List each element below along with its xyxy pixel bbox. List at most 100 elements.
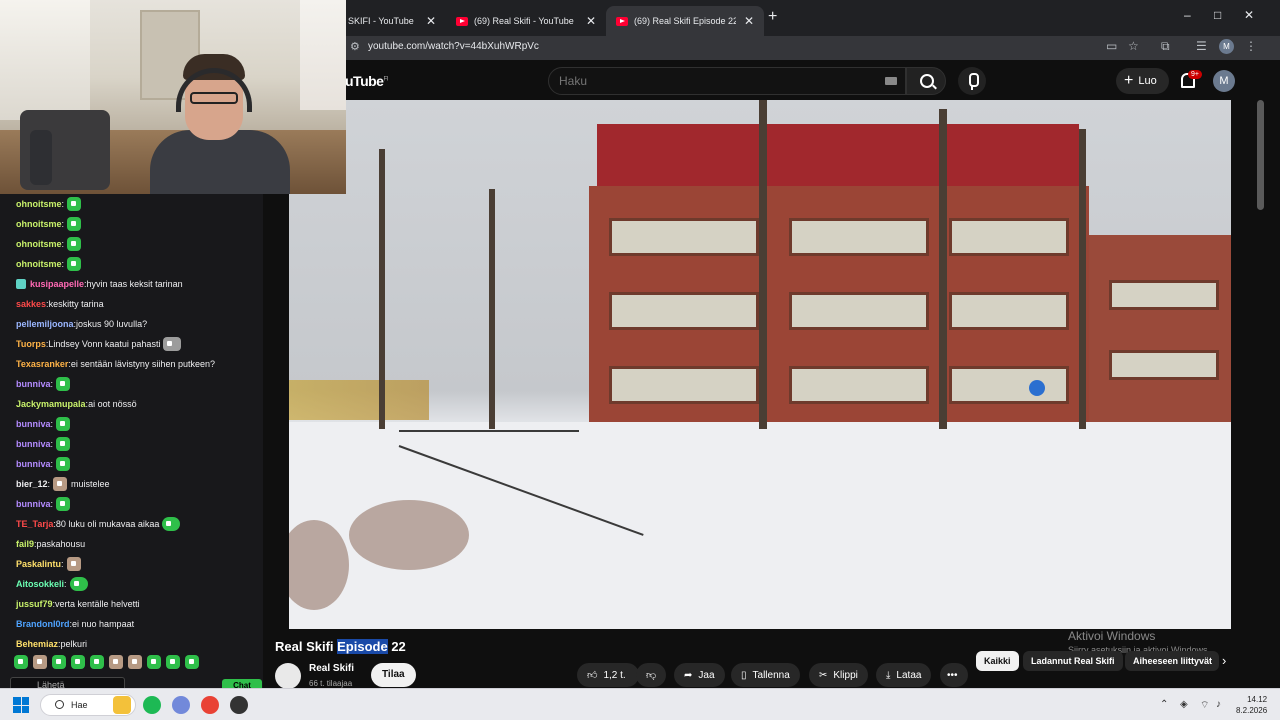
emote-icon[interactable] [52,655,66,669]
chat-username[interactable]: bunniva [16,459,51,469]
network-icon[interactable]: ◈ [1180,699,1188,710]
keyboard-icon[interactable] [885,77,897,85]
url-field[interactable]: youtube.com/watch?v=44bXuhWRpVc [368,41,539,52]
tab-real-skifi[interactable]: (69) Real Skifi - YouTube ✕ [446,6,606,36]
window [609,292,759,330]
maximize-button[interactable]: □ [1214,8,1221,22]
browser-menu-icon[interactable]: ⋮ [1245,39,1257,53]
emote-icon[interactable] [185,655,199,669]
new-tab-button[interactable]: + [768,8,777,26]
chip-related[interactable]: Aiheeseen liittyvät [1125,651,1219,671]
dislike-button[interactable]: 👎︎ [636,663,666,687]
taskbar-clock[interactable]: 14.12 8.2.2026 [1236,694,1267,716]
microphone-icon[interactable] [958,67,986,95]
chat-username[interactable]: sakkes [16,299,46,309]
chat-username[interactable]: BrandonI0rd [16,619,70,629]
chat-text: hyvin taas keksit tarinan [86,279,183,289]
chat-username[interactable]: bunniva [16,379,51,389]
chat-separator: : [61,259,65,269]
chat-username[interactable]: Texasranker [16,359,68,369]
title-part: Real Skifi [275,639,338,654]
chat-message: bunniva: [16,374,256,394]
chat-username[interactable]: bunniva [16,419,51,429]
chat-username[interactable]: bunniva [16,499,51,509]
chat-username[interactable]: Jackymamupala [16,399,86,409]
chat-username[interactable]: ohnoitsme [16,219,62,229]
emote-icon[interactable] [109,655,123,669]
clip-button[interactable]: ✂ Klippi [809,663,868,687]
volume-icon[interactable]: ♪ [1216,699,1221,710]
obs-icon[interactable] [230,696,248,714]
cast-icon[interactable]: ▭ [1106,39,1117,53]
search-input[interactable] [549,68,849,94]
chat-username[interactable]: TE_Tarja [16,519,53,529]
chat-username[interactable]: kusipaapelle [30,279,84,289]
chat-emote-icon [53,477,68,491]
discord-icon[interactable] [172,696,190,714]
chat-username[interactable]: Aitosokkeli [16,579,64,589]
close-tab-icon[interactable]: ✕ [426,14,436,28]
extensions-icon[interactable]: ⧉ [1161,39,1170,54]
emote-icon[interactable] [71,655,85,669]
emote-icon[interactable] [166,655,180,669]
share-button[interactable]: ➦ Jaa [674,663,725,687]
chat-emote-icon [56,417,71,431]
chat-username[interactable]: Tuorps [16,339,46,349]
youtube-logo[interactable]: uTubeFI [345,73,388,89]
chip-uploaded-by[interactable]: Ladannut Real Skifi [1023,651,1123,671]
reading-list-icon[interactable]: ☰ [1196,39,1207,53]
windows-start-icon[interactable] [13,697,29,713]
profile-avatar[interactable]: M [1219,39,1234,54]
tab-episode-22[interactable]: (69) Real Skifi Episode 22 - YouTube ✕ [606,6,764,36]
close-tab-icon[interactable]: ✕ [586,14,596,28]
chat-message: ohnoitsme: [16,214,256,234]
wifi-icon[interactable]: ⌔ [1200,699,1209,712]
subscribe-button[interactable]: Tilaa [371,663,416,687]
chat-text: ei sentään lävistyny siihen putkeen? [70,359,215,369]
chip-all[interactable]: Kaikki [976,651,1019,671]
windows-taskbar: Hae ⌃ ◈ ⌔ ♪ 14.12 8.2.2026 [0,688,1280,720]
bookmark-star-icon[interactable]: ☆ [1128,39,1139,53]
file-explorer-icon[interactable] [113,696,131,714]
chat-username[interactable]: ohnoitsme [16,199,62,209]
chat-username[interactable]: fail9 [16,539,34,549]
minimize-button[interactable]: – [1184,8,1191,22]
like-button[interactable]: 👍︎ 1,2 t. [577,663,639,687]
chat-username[interactable]: ohnoitsme [16,259,62,269]
chrome-icon[interactable] [201,696,219,714]
page-scrollbar[interactable] [1257,100,1264,210]
emote-icon[interactable] [33,655,47,669]
spotify-icon[interactable] [143,696,161,714]
chat-username[interactable]: jussuf79 [16,599,53,609]
chat-username[interactable]: bunniva [16,439,51,449]
tab-skifi[interactable]: SKIFI - YouTube ✕ [338,6,446,36]
clock-date: 8.2.2026 [1236,706,1268,715]
chat-username[interactable]: Paskalintu [16,559,61,569]
more-actions-button[interactable]: ••• [940,663,968,687]
chat-username[interactable]: pellemiljoona [16,319,74,329]
window [789,292,929,330]
download-button[interactable]: ⤓ Lataa [876,663,932,687]
emote-icon[interactable] [128,655,142,669]
tree [379,149,385,429]
chat-username[interactable]: bier_12 [16,479,48,489]
close-tab-icon[interactable]: ✕ [744,14,754,28]
search-box[interactable] [548,67,906,95]
emote-icon[interactable] [147,655,161,669]
channel-name[interactable]: Real Skifi [309,663,354,674]
close-window-button[interactable]: ✕ [1244,8,1254,22]
chevron-right-icon[interactable]: › [1222,653,1226,668]
site-info-icon[interactable]: ⚙ [350,40,360,53]
emote-icon[interactable] [14,655,28,669]
channel-avatar[interactable] [275,663,301,689]
account-avatar[interactable]: M [1213,70,1235,92]
video-player[interactable] [263,100,1257,629]
search-icon[interactable] [906,67,946,95]
tray-chevron-icon[interactable]: ⌃ [1160,699,1168,710]
create-button[interactable]: + Luo [1116,68,1169,94]
emote-icon[interactable] [90,655,104,669]
chat-username[interactable]: ohnoitsme [16,239,62,249]
tab-label: SKIFI - YouTube [348,16,414,26]
chat-username[interactable]: Behemiaz [16,639,58,649]
save-button[interactable]: ▯ Tallenna [731,663,800,687]
